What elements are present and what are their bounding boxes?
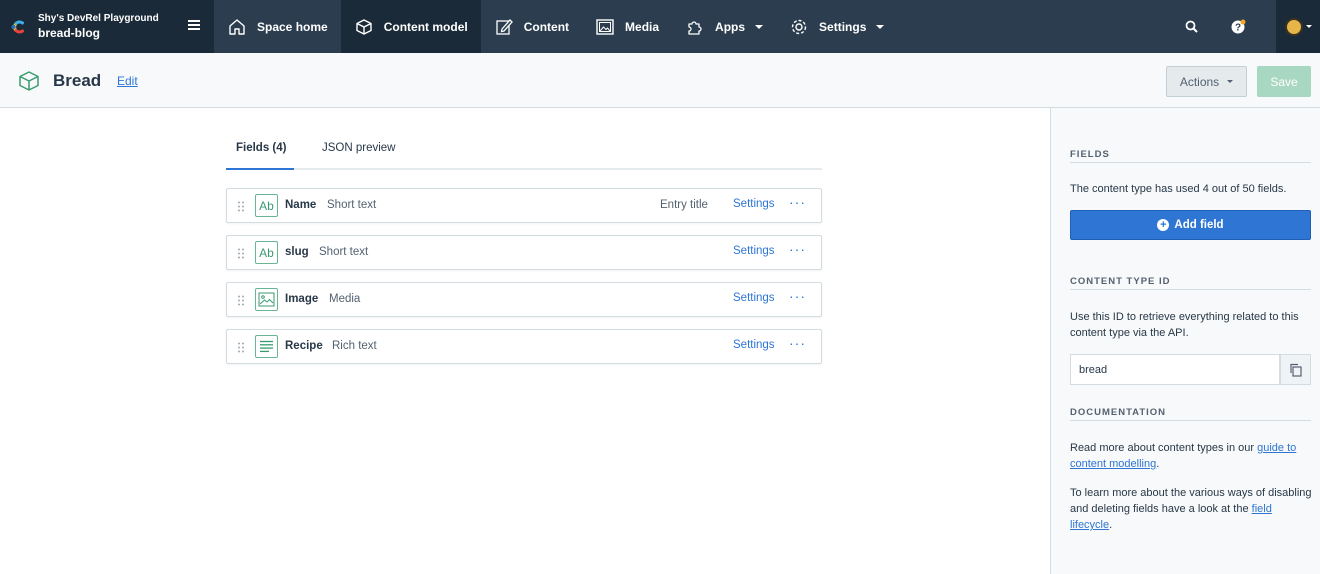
help-icon[interactable]: ? — [1230, 19, 1246, 35]
field-row[interactable]: Image Media Settings ··· — [226, 282, 822, 317]
plus-icon: + — [1157, 219, 1170, 231]
nav-apps[interactable]: Apps — [672, 0, 776, 53]
field-type: Short text — [327, 199, 377, 211]
nav-label: Apps — [715, 19, 746, 34]
entry-title-badge: Entry title — [660, 199, 708, 211]
add-field-button[interactable]: + Add field — [1070, 210, 1311, 240]
nav-label: Media — [625, 19, 660, 34]
space-organization: Shy's DevRel Playground — [38, 13, 159, 24]
field-row[interactable]: Recipe Rich text Settings ··· — [226, 329, 822, 364]
field-row[interactable]: Ab slug Short text Settings ··· — [226, 235, 822, 270]
nav-content[interactable]: Content — [481, 0, 582, 53]
edit-title-link[interactable]: Edit — [117, 74, 138, 88]
space-switcher[interactable]: Shy's DevRel Playground bread-blog — [0, 0, 214, 53]
content-type-header: Bread Edit Actions Save — [0, 53, 1320, 108]
save-button[interactable]: Save — [1257, 66, 1311, 97]
documentation-text: Read more about content types in our gui… — [1070, 442, 1297, 470]
contentful-logo-icon — [11, 20, 24, 33]
fields-heading: FIELDS — [1070, 149, 1110, 160]
more-options-icon[interactable]: ··· — [789, 194, 806, 210]
copy-button[interactable] — [1280, 354, 1311, 385]
home-icon — [229, 18, 245, 35]
chevron-down-icon — [876, 24, 885, 29]
tab-json-preview[interactable]: JSON preview — [322, 142, 396, 154]
nav-space-home[interactable]: Space home — [214, 0, 341, 53]
svg-text:?: ? — [1235, 22, 1241, 33]
more-options-icon[interactable]: ··· — [789, 335, 806, 351]
chevron-down-icon — [755, 24, 764, 29]
content-type-id-heading: CONTENT TYPE ID — [1070, 276, 1171, 287]
drag-handle-icon[interactable] — [237, 342, 245, 353]
field-name: Name — [285, 199, 317, 211]
divider — [1070, 420, 1311, 421]
sidebar: FIELDS The content type has used 4 out o… — [1050, 108, 1320, 574]
actions-label: Actions — [1179, 74, 1220, 89]
nav-content-model[interactable]: Content model — [340, 0, 481, 53]
main-nav: Space home Content model Content Media A… — [214, 0, 897, 53]
field-row[interactable]: Ab Name Short text Entry title Settings … — [226, 188, 822, 223]
nav-media[interactable]: Media — [582, 0, 672, 53]
nav-label: Content — [523, 19, 570, 34]
divider — [1070, 289, 1311, 290]
more-options-icon[interactable]: ··· — [789, 288, 806, 304]
add-field-label: Add field — [1174, 219, 1224, 231]
divider — [1070, 162, 1311, 163]
field-type: Rich text — [332, 340, 377, 352]
documentation-heading: DOCUMENTATION — [1070, 407, 1167, 418]
drag-handle-icon[interactable] — [237, 295, 245, 306]
nav-settings[interactable]: Settings — [776, 0, 897, 53]
menu-icon[interactable] — [188, 20, 200, 32]
chevron-down-icon — [1305, 25, 1312, 28]
drag-handle-icon[interactable] — [237, 201, 245, 212]
image-icon — [596, 18, 614, 35]
copy-icon — [1290, 363, 1302, 377]
rich-text-field-icon — [255, 335, 278, 358]
field-type: Media — [329, 293, 361, 305]
more-options-icon[interactable]: ··· — [789, 241, 806, 257]
top-right-tools: ? — [1184, 0, 1320, 53]
space-environment: bread-blog — [38, 26, 100, 40]
field-settings-link[interactable]: Settings — [733, 339, 775, 351]
puzzle-icon — [688, 20, 702, 35]
content-type-id-text: Use this ID to retrieve everything relat… — [1070, 311, 1299, 339]
field-type: Short text — [319, 246, 369, 258]
tab-fields[interactable]: Fields (4) — [236, 142, 286, 154]
field-name: slug — [285, 246, 309, 258]
short-text-icon: Ab — [255, 194, 278, 217]
field-name: Image — [285, 293, 319, 305]
content-type-tabs: Fields (4) JSON preview — [226, 130, 822, 170]
search-icon[interactable] — [1184, 19, 1200, 35]
field-settings-link[interactable]: Settings — [733, 245, 775, 257]
nav-label: Space home — [257, 19, 328, 34]
content-type-id-field[interactable]: bread — [1070, 354, 1280, 385]
field-settings-link[interactable]: Settings — [733, 198, 775, 210]
field-settings-link[interactable]: Settings — [733, 292, 775, 304]
avatar — [1284, 17, 1303, 36]
edit-icon — [496, 18, 513, 35]
gear-icon — [791, 19, 807, 34]
nav-label: Content model — [383, 19, 468, 34]
media-field-icon — [255, 288, 278, 311]
field-lifecycle-text: To learn more about the various ways of … — [1070, 487, 1312, 531]
actions-button[interactable]: Actions — [1166, 66, 1247, 97]
short-text-icon: Ab — [255, 241, 278, 264]
content-type-icon — [19, 71, 39, 91]
box-icon — [356, 18, 372, 35]
active-tab-indicator — [226, 168, 294, 170]
field-name: Recipe — [285, 340, 323, 352]
top-navigation: Shy's DevRel Playground bread-blog Space… — [0, 0, 1320, 53]
account-menu[interactable] — [1276, 0, 1320, 53]
chevron-down-icon — [1227, 80, 1234, 83]
drag-handle-icon[interactable] — [237, 248, 245, 259]
fields-usage-text: The content type has used 4 out of 50 fi… — [1070, 183, 1287, 195]
page-title: Bread — [53, 71, 102, 90]
nav-label: Settings — [819, 19, 867, 34]
